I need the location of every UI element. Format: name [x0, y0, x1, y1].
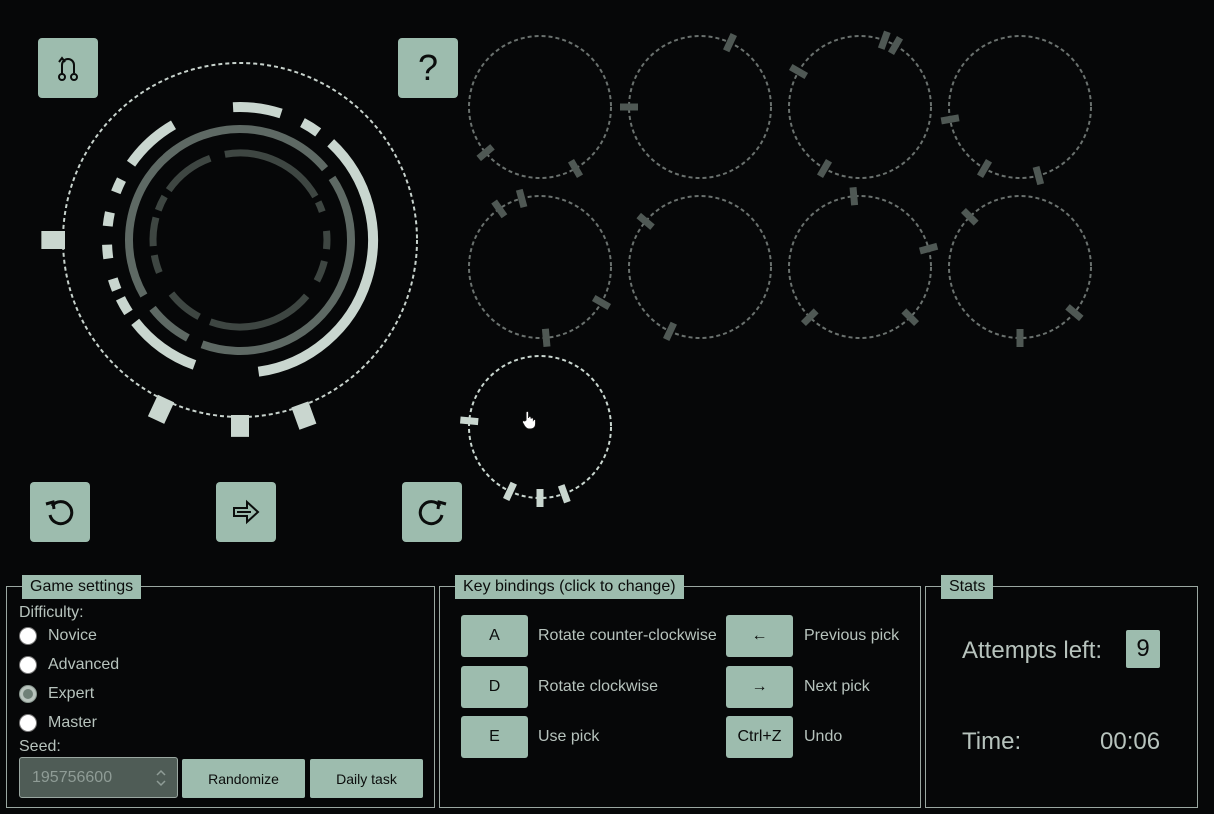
radio-expert[interactable]	[19, 685, 37, 703]
pick-tooth	[491, 199, 508, 219]
game-settings-panel: Game settings Difficulty: Novice Advance…	[6, 575, 435, 808]
key-desc-previous-pick: Previous pick	[804, 627, 900, 644]
option-label: Advanced	[48, 656, 120, 673]
key-desc-rotate-ccw: Rotate counter-clockwise	[538, 627, 717, 644]
rotate-cw-icon	[418, 500, 447, 526]
difficulty-option-advanced[interactable]: Advanced	[19, 656, 119, 674]
option-label: Expert	[48, 685, 95, 702]
time-value: 00:06	[1100, 728, 1161, 755]
hand-cursor-icon	[521, 410, 537, 430]
seed-value: 195756600	[32, 768, 113, 786]
pick-outline	[468, 195, 612, 339]
randomize-button[interactable]: Randomize	[182, 759, 305, 798]
difficulty-option-master[interactable]: Master	[19, 714, 97, 732]
stats-legend: Stats	[941, 575, 994, 599]
key-use-pick[interactable]: E	[461, 716, 528, 758]
rotate-cw-button[interactable]	[402, 482, 462, 542]
option-label: Novice	[48, 627, 97, 644]
attempts-label: Attempts left:	[962, 637, 1103, 664]
option-label: Master	[48, 714, 97, 731]
pick-outline	[948, 35, 1092, 179]
key-desc-next-pick: Next pick	[804, 678, 870, 695]
radio-advanced[interactable]	[19, 656, 37, 674]
pick-outline	[628, 195, 772, 339]
pick-tooth	[723, 33, 737, 53]
pick-tooth	[636, 212, 655, 230]
daily-task-button[interactable]: Daily task	[310, 759, 423, 798]
stats-panel: Stats Attempts left: 9 Time: 00:06	[925, 575, 1198, 808]
pick-outline	[468, 35, 612, 179]
pick-tooth	[918, 242, 939, 255]
help-label: ?	[417, 47, 439, 88]
lock-pick[interactable]	[468, 188, 612, 348]
lock-pick[interactable]	[940, 35, 1092, 186]
radio-master[interactable]	[19, 714, 37, 732]
pick-tooth	[849, 186, 859, 206]
pick-tooth	[476, 144, 495, 162]
pick-tooth	[515, 188, 528, 209]
lock-pick[interactable]	[468, 35, 612, 179]
difficulty-label: Difficulty:	[19, 604, 84, 621]
difficulty-option-novice[interactable]: Novice	[19, 627, 97, 645]
difficulty-option-expert[interactable]: Expert	[19, 685, 94, 703]
pick-tooth	[960, 207, 979, 226]
pick-tooth	[567, 158, 584, 179]
time-label: Time:	[962, 728, 1022, 755]
pick-tooth	[800, 308, 819, 327]
spinner-icon[interactable]	[155, 767, 167, 789]
pick-tooth	[877, 30, 891, 50]
key-bindings-legend: Key bindings (click to change)	[455, 575, 684, 599]
pick-tooth	[788, 63, 809, 80]
pick-tooth	[1032, 165, 1045, 186]
help-button[interactable]: ?	[398, 38, 458, 98]
pick-tooth	[940, 114, 960, 125]
pick-outline	[468, 355, 612, 499]
radio-novice[interactable]	[19, 627, 37, 645]
lock-pick[interactable]	[620, 33, 772, 179]
pick-tooth	[816, 158, 833, 179]
key-rotate-ccw[interactable]: A	[461, 615, 528, 657]
key-desc-undo: Undo	[804, 728, 843, 745]
pick-tooth	[459, 416, 479, 426]
game-settings-legend: Game settings	[22, 575, 142, 599]
key-previous-pick[interactable]: ←	[726, 615, 793, 657]
lock-pick[interactable]	[628, 195, 772, 341]
use-pick-button[interactable]	[216, 482, 276, 542]
picks-grid	[459, 30, 1092, 507]
pick-tooth	[503, 481, 517, 501]
seed-input[interactable]: 195756600	[19, 757, 178, 798]
pick-outline	[788, 35, 932, 179]
rotate-ccw-icon	[45, 500, 74, 526]
key-bindings-panel: Key bindings (click to change) A Rotate …	[439, 575, 921, 808]
key-next-pick[interactable]: →	[726, 666, 793, 708]
pick-tooth	[887, 35, 904, 56]
lock-pick[interactable]	[459, 355, 612, 507]
attempts-value: 9	[1126, 630, 1160, 668]
reset-icon	[58, 56, 78, 81]
key-undo[interactable]: Ctrl+Z	[726, 716, 793, 758]
reset-button[interactable]	[38, 38, 98, 98]
pick-tooth	[663, 321, 677, 341]
pick-tooth	[591, 294, 612, 311]
pick-tooth	[541, 328, 551, 348]
pick-tooth	[557, 484, 571, 504]
lock-pick[interactable]	[788, 186, 939, 339]
key-rotate-cw[interactable]: D	[461, 666, 528, 708]
pick-tooth	[976, 158, 993, 179]
key-desc-rotate-cw: Rotate clockwise	[538, 678, 659, 695]
pick-outline	[628, 35, 772, 179]
use-pick-icon	[233, 499, 260, 525]
pick-tooth	[1065, 304, 1084, 322]
seed-label: Seed:	[19, 738, 61, 755]
key-desc-use-pick: Use pick	[538, 728, 600, 745]
rotate-ccw-button[interactable]	[30, 482, 90, 542]
lock-pick[interactable]	[788, 30, 932, 179]
lock-pick[interactable]	[948, 195, 1092, 347]
